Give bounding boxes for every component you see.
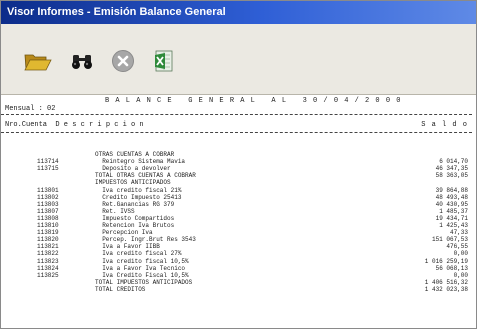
account-description: Ret. IVSS [95,207,135,215]
account-description: TOTAL CREDITOS [95,285,146,293]
account-number: 113824 [37,264,59,272]
find-button[interactable] [67,48,97,74]
binoculars-icon [72,55,92,69]
report-row: 113714 Reintegro Sistema Mavia 6 014,70 [1,158,476,165]
column-header-account-description: Nro.Cuenta D e s c r i p c i o n [5,121,144,129]
report-row: 113810 Retencion Iva Brutos 1 425,43 [1,222,476,229]
report-row: 113802 Credito Impuesto 25413 48 493,48 [1,194,476,201]
account-description: IMPUESTOS ANTICIPADOS [95,179,171,187]
account-number: 113821 [37,243,59,251]
report-row: 113822 Iva credito fiscal 27% 0,00 [1,250,476,257]
account-number: 113825 [37,271,59,279]
report-title: B A L A N C E G E N E R A L A L 3 0 / 0 … [105,97,402,105]
account-balance: 56 068,13 [435,264,468,272]
account-description: Percep. Ingr.Brut Res 3543 [95,236,196,244]
account-description: Iva a Favor IIBB [95,243,160,251]
folder-open-icon [24,54,52,71]
account-balance: 47,33 [449,229,468,237]
account-balance: 476,55 [446,243,468,251]
account-number: 113823 [37,257,59,265]
account-description: Deposito a devolver [95,165,171,173]
account-description: Reintegro Sistema Mavia [95,158,186,166]
account-balance: 48 493,48 [435,193,468,201]
account-number: 113802 [37,193,59,201]
close-circle-icon [112,50,134,72]
account-description: TOTAL IMPUESTOS ANTICIPADOS [95,278,193,286]
account-description: Iva Credito Fiscal 10,5% [95,271,189,279]
report-row: 113819 Percepcion Iva 47,33 [1,229,476,236]
report-row: 113801 Iva credito fiscal 21% 39 864,88 [1,187,476,194]
account-balance: 1 432 023,38 [424,285,468,293]
account-balance: 39 864,88 [435,186,468,194]
account-balance: 1 016 259,19 [424,257,468,265]
report-subtitle: Mensual : 02 [5,105,56,113]
account-balance: 151 067,53 [431,236,468,244]
export-excel-button[interactable] [150,48,180,74]
account-balance: 0,00 [453,271,468,279]
account-description: Ret.Ganancias RG 379 [95,200,175,208]
open-folder-button[interactable] [23,48,53,74]
account-balance: 40 430,95 [435,200,468,208]
header-rule-bottom [1,132,472,133]
report-row: 113825 Iva Credito Fiscal 10,5% 0,00 [1,272,476,279]
toolbar [1,24,476,95]
header-rule-top [1,114,472,115]
account-description: Retencion Iva Brutos [95,222,175,229]
account-number: 113714 [37,158,59,166]
report-row: 113803 Ret.Ganancias RG 379 40 430,95 [1,201,476,208]
account-description: Iva credito fiscal 21% [95,186,182,194]
account-number: 113819 [37,229,59,237]
account-number: 113715 [37,165,59,173]
report-row: 113820 Percep. Ingr.Brut Res 3543 151 067… [1,236,476,243]
account-description: Percepcion Iva [95,229,153,237]
report-viewer-window: Visor Informes - Emisión Balance General [0,0,477,329]
account-number: 113801 [37,186,59,194]
report-row: TOTAL IMPUESTOS ANTICIPADOS 1 406 516,32 [1,279,476,286]
account-description: Iva credito fiscal 10,5% [95,257,189,265]
account-number: 113820 [37,236,59,244]
report-page: B A L A N C E G E N E R A L A L 3 0 / 0 … [1,95,476,328]
window-title: Visor Informes - Emisión Balance General [1,1,476,24]
account-description: TOTAL OTRAS CUENTAS A COBRAR [95,172,196,180]
account-balance: 1 425,43 [439,222,468,229]
account-number: 113807 [37,207,59,215]
account-description: Iva credito fiscal 27% [95,250,182,258]
report-row: 113807 Ret. IVSS 1 485,37 [1,208,476,215]
account-balance: 46 347,35 [435,165,468,173]
account-description: Impuesto Compartidos [95,214,175,222]
account-description: Iva a Favor Iva Tecnico [95,264,186,272]
account-balance: 19 434,71 [435,214,468,222]
account-number: 113822 [37,250,59,258]
account-balance: 6 014,70 [439,158,468,166]
report-row: 113823 Iva credito fiscal 10,5% 1 016 259… [1,258,476,265]
report-row: TOTAL CREDITOS 1 432 023,38 [1,286,476,293]
report-row: 113821 Iva a Favor IIBB 476,55 [1,243,476,250]
excel-export-icon [155,50,173,72]
report-row: 113824 Iva a Favor Iva Tecnico 56 068,13 [1,265,476,272]
account-balance: 58 363,05 [435,172,468,180]
account-number: 113803 [37,200,59,208]
close-report-button[interactable] [108,48,138,74]
report-row: 113808 Impuesto Compartidos 19 434,71 [1,215,476,222]
account-balance: 1 406 516,32 [424,278,468,286]
report-row: OTRAS CUENTAS A COBRAR [1,151,476,158]
account-description: OTRAS CUENTAS A COBRAR [95,151,175,158]
account-balance: 0,00 [453,250,468,258]
report-row: IMPUESTOS ANTICIPADOS [1,179,476,186]
report-row: TOTAL OTRAS CUENTAS A COBRAR 58 363,05 [1,172,476,179]
account-number: 113808 [37,214,59,222]
account-description: Credito Impuesto 25413 [95,193,182,201]
account-number: 113810 [37,222,59,229]
report-row: 113715 Deposito a devolver 46 347,35 [1,165,476,172]
column-header-balance: S a l d o [421,121,468,129]
account-balance: 1 485,37 [439,207,468,215]
